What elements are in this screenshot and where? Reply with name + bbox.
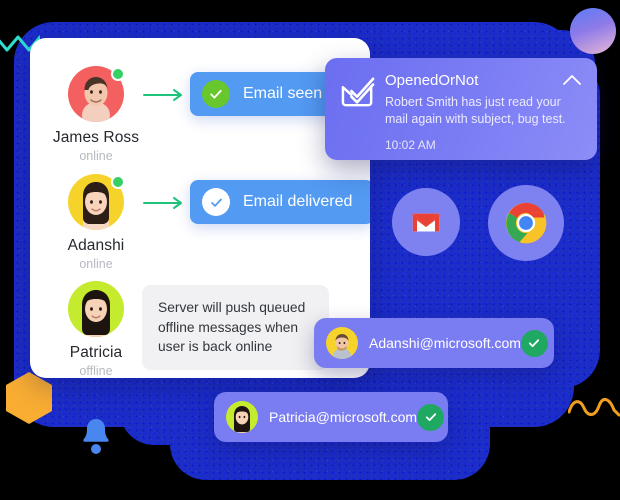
offline-message-bubble: Server will push queued offline messages… (142, 285, 329, 370)
status-pill-label: Email seen (243, 85, 323, 102)
chevron-up-icon[interactable] (563, 74, 581, 86)
person-status: online (79, 149, 113, 163)
check-icon (417, 403, 445, 431)
avatar (226, 401, 258, 433)
notification-card[interactable]: OpenedOrNot Robert Smith has just read y… (325, 58, 597, 160)
gmail-icon (412, 213, 440, 231)
email-chip-patricia[interactable]: Patricia@microsoft.com (214, 392, 448, 442)
person-status: offline (79, 364, 113, 378)
check-icon (520, 329, 548, 357)
bell-icon (83, 419, 109, 454)
avatar (326, 327, 358, 359)
email-address: Adanshi@microsoft.com (369, 335, 521, 351)
person-name: Patricia (69, 344, 123, 361)
check-glyph (425, 413, 436, 422)
avatar-wrapper (68, 66, 125, 122)
notification-timestamp: 10:02 AM (385, 137, 436, 152)
avatar-portrait (234, 406, 250, 433)
notification-title: OpenedOrNot (385, 72, 479, 89)
arrow-right-icon (143, 89, 182, 101)
status-dot-online (111, 67, 125, 81)
status-pill-email-delivered[interactable]: Email delivered (190, 180, 370, 224)
notification-message: Robert Smith has just read your mail aga… (385, 95, 566, 127)
check-glyph (210, 198, 222, 207)
person-name: Adanshi (67, 237, 125, 254)
illustration-canvas: James Ross online Email seen Adanshi onl… (0, 0, 620, 500)
avatar-wrapper (68, 174, 125, 230)
gradient-circle (570, 8, 616, 54)
check-circle-icon (202, 188, 230, 216)
person-adanshi[interactable]: Adanshi online (50, 174, 142, 271)
status-pill-label: Email delivered (243, 193, 353, 210)
check-glyph (210, 89, 222, 99)
person-row: Patricia offline Server will push queued… (50, 281, 329, 378)
notification-icon-slot (339, 72, 385, 160)
email-address: Patricia@microsoft.com (269, 409, 418, 425)
notification-body: OpenedOrNot Robert Smith has just read y… (385, 72, 583, 160)
app-icon-chrome[interactable] (488, 185, 564, 261)
status-dot-online (111, 175, 125, 189)
person-row: Adanshi online Email delivered (50, 174, 370, 271)
person-row: James Ross online Email seen (50, 66, 345, 163)
check-circle-icon (202, 80, 230, 108)
person-james-ross[interactable]: James Ross online (50, 66, 142, 163)
avatar-portrait (333, 334, 351, 359)
avatar-portrait (82, 290, 110, 337)
chrome-icon (505, 202, 547, 244)
orange-squiggle (568, 398, 620, 417)
person-name: James Ross (52, 129, 140, 146)
avatar (68, 281, 124, 337)
envelope-check-icon (341, 77, 375, 107)
person-patricia[interactable]: Patricia offline (50, 281, 142, 378)
person-status: online (79, 257, 113, 271)
status-pill-email-seen[interactable]: Email seen (190, 72, 345, 116)
check-glyph (529, 339, 540, 348)
app-icon-gmail[interactable] (392, 188, 460, 256)
avatar-wrapper (68, 281, 124, 337)
email-chip-adanshi[interactable]: Adanshi@microsoft.com (314, 318, 554, 368)
arrow-right-icon (143, 197, 182, 209)
